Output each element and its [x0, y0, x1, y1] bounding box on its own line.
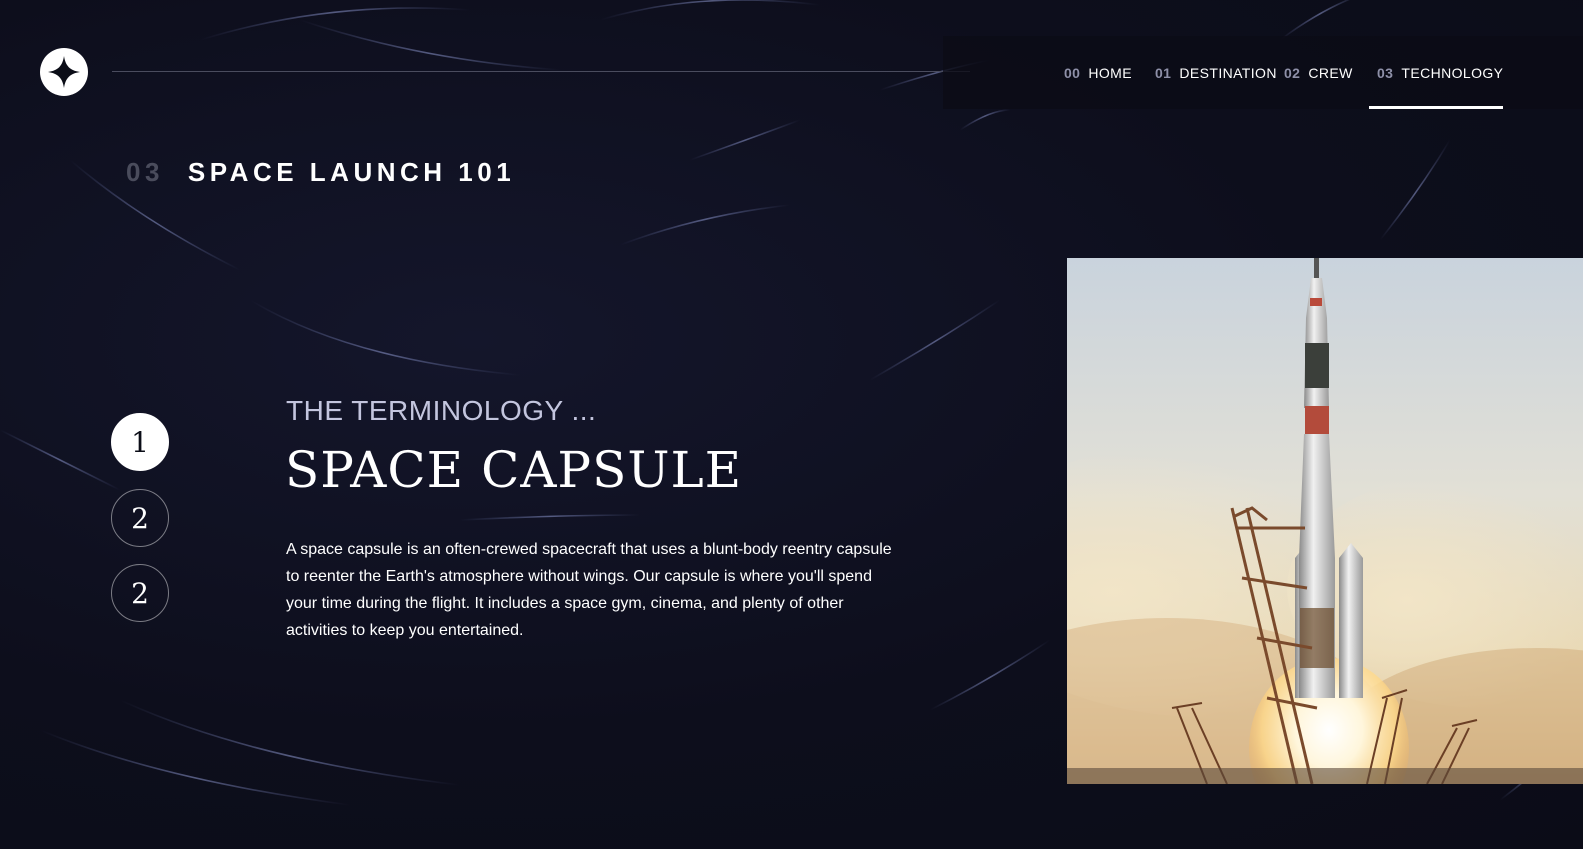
star-logo-icon	[40, 48, 88, 96]
page-title-label: SPACE LAUNCH 101	[187, 157, 516, 187]
nav-item-number: 03	[1377, 64, 1394, 81]
terminology-label: THE TERMINOLOGY ...	[286, 395, 597, 426]
terminology-description: A space capsule is an often-crewed space…	[286, 541, 892, 639]
nav-item-number: 02	[1284, 64, 1301, 81]
terminology-title: SPACE CAPSULE	[285, 441, 743, 499]
step-button-2[interactable]: 2	[111, 489, 169, 547]
nav-item-number: 01	[1155, 64, 1172, 81]
nav-item-number: 00	[1064, 64, 1081, 81]
page-title: 03 SPACE LAUNCH 101	[126, 157, 515, 188]
step-button-3[interactable]: 2	[111, 564, 169, 622]
step-button-1[interactable]: 1	[111, 413, 169, 471]
nav-item-label: HOME	[1088, 64, 1132, 81]
nav-item-label: CREW	[1308, 64, 1353, 81]
nav-item-technology[interactable]: 03 TECHNOLOGY	[1368, 36, 1504, 109]
nav-item-label: TECHNOLOGY	[1401, 64, 1504, 81]
header-divider	[112, 71, 970, 72]
logo[interactable]	[40, 48, 88, 96]
nav-item-destination[interactable]: 01 DESTINATION	[1155, 36, 1277, 109]
nav-item-home[interactable]: 00 HOME	[1064, 36, 1132, 109]
nav-item-crew[interactable]: 02 CREW	[1284, 36, 1353, 109]
nav-item-label: DESTINATION	[1179, 64, 1277, 81]
page-title-number: 03	[126, 157, 164, 187]
main-nav: 00 HOME 01 DESTINATION 02 CREW 03 TECHNO…	[943, 36, 1583, 109]
launch-vehicle-image	[1067, 258, 1583, 784]
